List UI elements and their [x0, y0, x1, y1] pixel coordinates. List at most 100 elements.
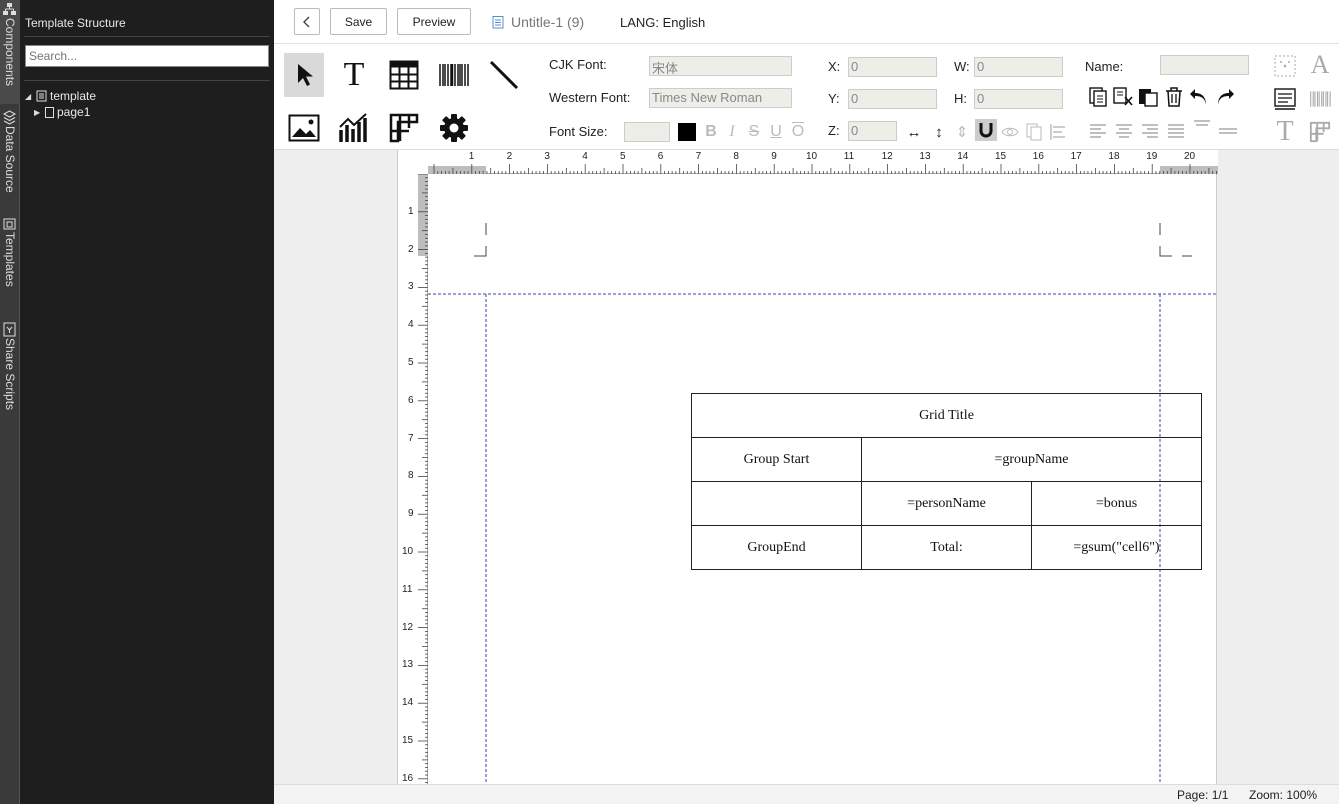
- align-justify-icon[interactable]: [1165, 120, 1187, 142]
- cut-icon[interactable]: [1112, 86, 1134, 108]
- cjk-font-field[interactable]: 宋体: [649, 56, 792, 76]
- italic-icon[interactable]: I: [721, 121, 743, 143]
- chevron-left-icon: [303, 16, 310, 27]
- w-field[interactable]: 0: [974, 57, 1063, 77]
- page-indicator: Page: 1/1: [1177, 788, 1229, 802]
- gear-icon: [440, 114, 468, 142]
- copy-glyph: [1089, 87, 1107, 107]
- h-label: H:: [954, 91, 967, 106]
- align-right-icon[interactable]: [1139, 120, 1161, 142]
- image-tool[interactable]: [284, 106, 324, 150]
- ruler-number: 16: [1032, 151, 1044, 162]
- undo-icon[interactable]: [1188, 86, 1210, 108]
- tab-components[interactable]: Components: [0, 0, 20, 104]
- settings-tool[interactable]: [434, 106, 474, 150]
- vertical-resize-icon[interactable]: ⇕: [951, 121, 973, 143]
- copy-glyph: [1026, 123, 1042, 141]
- align-left-icon[interactable]: [1087, 120, 1109, 142]
- font-size-label: Font Size:: [549, 124, 608, 139]
- zoom-indicator[interactable]: Zoom: 100%: [1249, 788, 1317, 802]
- underline-icon[interactable]: U: [765, 121, 787, 143]
- align-top-icon[interactable]: [1191, 116, 1213, 138]
- align-left-edge-icon[interactable]: [1047, 121, 1069, 143]
- empty-cell[interactable]: [691, 481, 862, 526]
- toolbar: T CJK Font: 宋体 Western Font: Times New R…: [274, 44, 1339, 150]
- tree-item-label: template: [50, 89, 97, 103]
- crop-marks-icon[interactable]: [1274, 55, 1296, 77]
- delete-icon[interactable]: [1163, 86, 1185, 108]
- grid-title-cell[interactable]: Grid Title: [691, 393, 1202, 438]
- tab-templates[interactable]: Templates: [0, 214, 20, 304]
- font-color-swatch[interactable]: [676, 121, 698, 143]
- ruler-number: 18: [1108, 151, 1120, 162]
- align-middle-icon[interactable]: [1217, 120, 1239, 142]
- font-size-field[interactable]: [624, 122, 670, 142]
- vertical-tab-strip: Components Data Source Templates Share S…: [0, 0, 20, 804]
- bold-icon[interactable]: B: [700, 121, 722, 143]
- western-font-field[interactable]: Times New Roman: [649, 88, 792, 108]
- x-field[interactable]: 0: [848, 57, 937, 77]
- eye-icon[interactable]: [999, 121, 1021, 143]
- preview-button[interactable]: Preview: [397, 8, 471, 35]
- expanded-arrow-icon[interactable]: ◢: [25, 92, 33, 101]
- barcode-tool[interactable]: [434, 53, 474, 97]
- tab-data-source-label: Data Source: [3, 126, 17, 193]
- chart-tool[interactable]: [334, 106, 374, 150]
- text-small-icon[interactable]: T: [1274, 116, 1296, 147]
- copy-icon[interactable]: [1087, 86, 1109, 108]
- copy-style-icon[interactable]: [1023, 121, 1045, 143]
- gsum-cell[interactable]: =gsum("cell6"): [1031, 525, 1202, 570]
- h-field[interactable]: 0: [974, 89, 1063, 109]
- document-icon: [492, 16, 504, 29]
- align-center-icon[interactable]: [1113, 120, 1135, 142]
- ruler-number: 15: [402, 735, 414, 746]
- ruler-number: 6: [657, 151, 664, 162]
- vertical-stretch-icon[interactable]: ↕: [928, 121, 950, 143]
- tab-share-scripts[interactable]: Share Scripts: [0, 320, 20, 430]
- name-field[interactable]: [1160, 55, 1249, 75]
- back-button[interactable]: [294, 8, 320, 35]
- bonus-cell[interactable]: =bonus: [1031, 481, 1202, 526]
- barcode-small-icon[interactable]: [1309, 88, 1331, 110]
- total-label-cell[interactable]: Total:: [861, 525, 1032, 570]
- grid-small-icon[interactable]: [1309, 121, 1331, 143]
- cjk-font-label: CJK Font:: [549, 57, 607, 72]
- template-structure-panel: Template Structure ◢ template ▶ page1: [20, 0, 274, 804]
- horizontal-stretch-icon[interactable]: ↔: [903, 121, 925, 143]
- grid-tool[interactable]: [384, 106, 424, 150]
- document-title[interactable]: Untitle-1 (9): [492, 14, 584, 30]
- z-field[interactable]: 0: [848, 121, 897, 141]
- report-page[interactable]: 1 2 3 4 5 6 7 8 9 10 11 12 13 14 15 16 17 18 19 20 12345678…: [397, 150, 1218, 784]
- search-input[interactable]: [25, 45, 269, 67]
- save-button[interactable]: Save: [330, 8, 387, 35]
- font-style-icon[interactable]: A: [1309, 50, 1331, 79]
- collapsed-arrow-icon[interactable]: ▶: [34, 108, 42, 117]
- language-label[interactable]: LANG: English: [620, 15, 705, 30]
- redo-icon[interactable]: [1214, 86, 1236, 108]
- barcode-small-glyph: [1310, 91, 1331, 107]
- list-icon[interactable]: [1274, 88, 1296, 110]
- magnet-icon[interactable]: [975, 119, 997, 141]
- report-grid[interactable]: Grid Title Group Start =groupName =perso…: [691, 393, 1202, 570]
- vertical-ruler[interactable]: 1 2 3 4 5 6 7 8 9 10 11 12 13 14 15 16: [398, 174, 428, 784]
- share-scripts-icon: [3, 322, 16, 337]
- group-end-cell[interactable]: GroupEnd: [691, 525, 862, 570]
- select-tool[interactable]: [284, 53, 324, 97]
- tab-data-source[interactable]: Data Source: [0, 108, 20, 208]
- group-start-cell[interactable]: Group Start: [691, 437, 862, 482]
- tree-item-template[interactable]: ◢ template: [25, 89, 96, 103]
- strikethrough-icon[interactable]: S: [743, 121, 765, 143]
- table-tool[interactable]: [384, 53, 424, 97]
- grid-small-glyph: [1309, 121, 1331, 143]
- horizontal-ruler[interactable]: 1 2 3 4 5 6 7 8 9 10 11 12 13 14 15 16 17 18 19 20: [428, 150, 1218, 174]
- tree-item-page1[interactable]: ▶ page1: [34, 105, 90, 119]
- barcode-icon: [439, 64, 469, 86]
- design-canvas[interactable]: 1 2 3 4 5 6 7 8 9 10 11 12 13 14 15 16 17 18 19 20 12345678…: [274, 150, 1339, 784]
- paste-icon[interactable]: [1137, 86, 1159, 108]
- overline-icon[interactable]: O: [787, 121, 809, 143]
- line-tool[interactable]: [484, 53, 524, 97]
- text-tool[interactable]: T: [334, 53, 374, 97]
- y-field[interactable]: 0: [848, 89, 937, 109]
- person-name-cell[interactable]: =personName: [861, 481, 1032, 526]
- group-name-cell[interactable]: =groupName: [861, 437, 1202, 482]
